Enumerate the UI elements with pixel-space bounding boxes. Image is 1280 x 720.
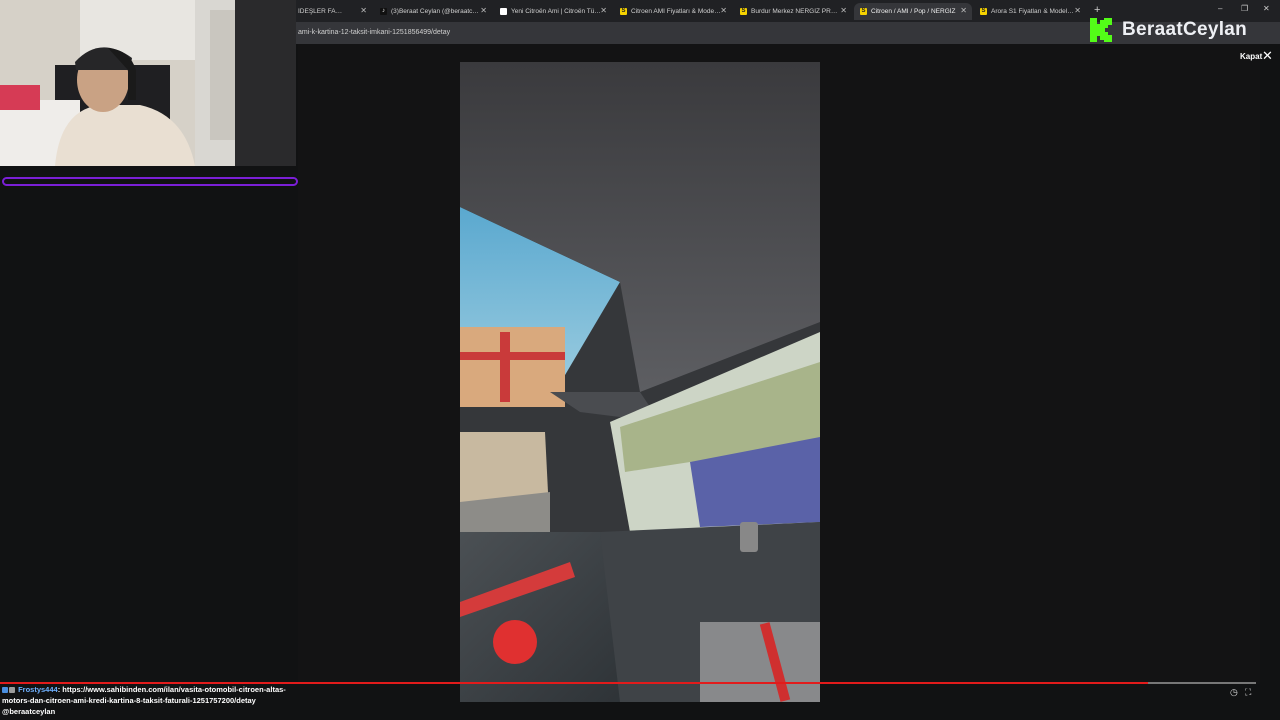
close-label[interactable]: Kapat [1240, 52, 1262, 61]
chat-message: Frostys444: https://www.sahibinden.com/i… [2, 684, 292, 717]
video-player[interactable] [460, 62, 820, 702]
close-tab-icon[interactable]: ✕ [960, 6, 967, 15]
streamer-name: BeraatCeylan [1122, 19, 1248, 40]
tab-label: Yeni Citroën Ami | Citroën Türkiye [511, 8, 601, 15]
video-progress-remaining [1148, 682, 1256, 684]
browser-tab-1[interactable]: ♪ (3)Beraat Ceylan (@beraatceylan ✕ [374, 3, 492, 20]
browser-tab-0[interactable]: İDEŞLER FARKLI ŞAR ✕ [296, 3, 372, 20]
citroen-icon [500, 8, 507, 15]
sahibinden-icon: S [620, 8, 627, 15]
webcam-feed [0, 0, 296, 166]
tab-label: Arora S1 Fiyatları & Modelleri [991, 8, 1075, 15]
subscriber-badge-icon [2, 687, 8, 694]
close-tab-icon[interactable]: ✕ [600, 6, 607, 15]
close-tab-icon[interactable]: ✕ [360, 6, 367, 15]
clock-icon[interactable]: ◷ [1230, 687, 1238, 698]
sahibinden-icon: S [740, 8, 747, 15]
video-frame-car-interior [460, 62, 820, 702]
browser-tab-3[interactable]: S Citroen AMI Fiyatları & Modelleri ✕ [614, 3, 732, 20]
minimize-icon[interactable]: – [1218, 4, 1222, 13]
tab-label: İDEŞLER FARKLI ŞAR [298, 8, 346, 15]
sahibinden-icon: S [860, 8, 867, 15]
browser-tab-6[interactable]: S Arora S1 Fiyatları & Modelleri ✕ [974, 3, 1086, 20]
streamer-webcam [0, 0, 296, 166]
url-text: ami-k-kartina-12-taksit-imkani-125185649… [298, 29, 451, 36]
browser-tab-5-active[interactable]: S Citroen / AMI / Pop / NERGİZ ✕ [854, 3, 972, 20]
close-icon[interactable]: ✕ [1262, 48, 1273, 64]
browser-tab-2[interactable]: Yeni Citroën Ami | Citroën Türkiye ✕ [494, 3, 612, 20]
browser-tab-4[interactable]: S Burdur Merkez NERGİZ PREMİUM ✕ [734, 3, 852, 20]
chat-username[interactable]: Frostys444 [18, 685, 58, 694]
close-tab-icon[interactable]: ✕ [480, 6, 487, 15]
new-tab-icon[interactable]: + [1094, 4, 1100, 16]
sahibinden-icon: S [980, 8, 987, 15]
fullscreen-icon[interactable]: ⛶ [1245, 687, 1251, 698]
tab-label: Burdur Merkez NERGİZ PREMİUM [751, 8, 841, 15]
close-tab-icon[interactable]: ✕ [840, 6, 847, 15]
verified-badge-icon [9, 687, 15, 694]
restore-icon[interactable]: ❐ [1241, 4, 1248, 13]
close-tab-icon[interactable]: ✕ [1074, 6, 1081, 15]
tab-label: Citroen / AMI / Pop / NERGİZ [871, 8, 956, 15]
kick-logo-icon [1090, 18, 1112, 42]
tab-label: Citroen AMI Fiyatları & Modelleri [631, 8, 721, 15]
tiktok-icon: ♪ [380, 8, 387, 15]
tab-label: (3)Beraat Ceylan (@beraatceylan [391, 8, 481, 15]
close-tab-icon[interactable]: ✕ [720, 6, 727, 15]
window-close-icon[interactable]: ✕ [1263, 4, 1270, 13]
streamer-brand: BeraatCeylan [1090, 18, 1247, 42]
webcam-accent-bar [2, 177, 298, 186]
